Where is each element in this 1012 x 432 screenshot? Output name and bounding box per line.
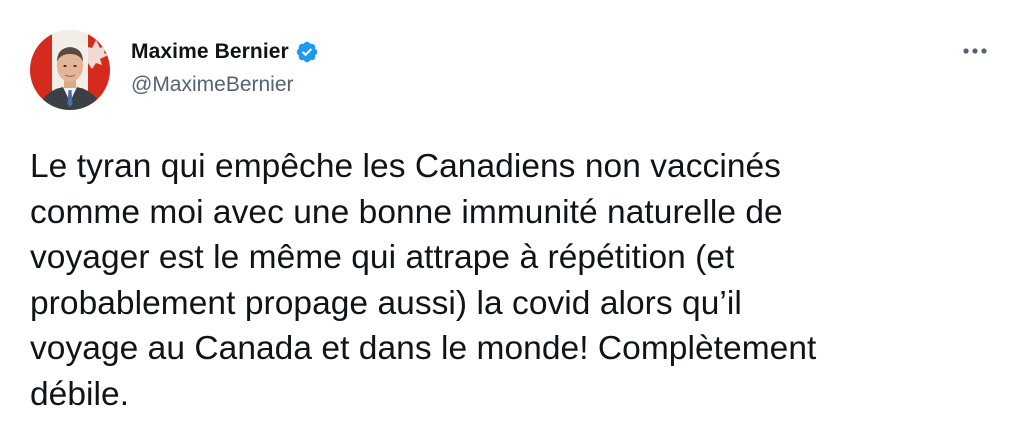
author-display-name[interactable]: Maxime Bernier [131, 40, 289, 64]
avatar[interactable] [30, 30, 110, 110]
avatar-image [30, 30, 110, 110]
author-name-row: Maxime Bernier [131, 38, 319, 66]
more-horizontal-icon [963, 48, 987, 54]
tweet-card: Maxime Bernier @MaximeBernier Le tyran q… [0, 0, 1012, 432]
more-options-button[interactable] [958, 36, 992, 66]
tweet-text: Le tyran qui empêche les Canadiens non v… [30, 148, 817, 413]
author-handle[interactable]: @MaximeBernier [131, 73, 294, 97]
verified-badge-icon [295, 40, 319, 64]
